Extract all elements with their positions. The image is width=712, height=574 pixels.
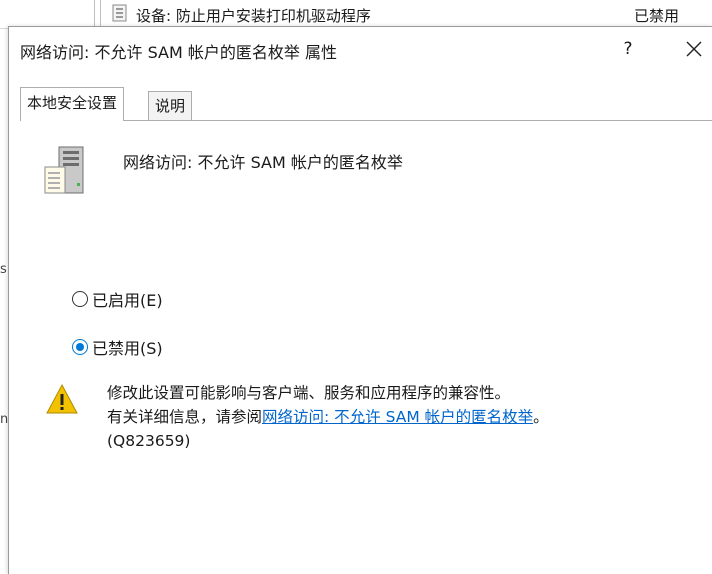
properties-dialog: 网络访问: 不允许 SAM 帐户的匿名枚举 属性 ? 本地安全设置 说明 网络访…	[8, 26, 712, 574]
option-disabled[interactable]: 已禁用(S)	[72, 335, 163, 359]
list-row-text[interactable]: 设备: 防止用户安装打印机驱动程序	[136, 5, 371, 26]
warning-kb-reference: (Q823659)	[107, 432, 191, 450]
policy-help-link[interactable]: 网络访问: 不允许 SAM 帐户的匿名枚举	[262, 408, 533, 426]
warning-line-1: 修改此设置可能影响与客户端、服务和应用程序的兼容性。	[107, 384, 511, 402]
list-row-status: 已禁用	[634, 7, 680, 25]
background-fragment: s	[0, 262, 7, 277]
radio-enabled[interactable]	[72, 291, 88, 307]
warning-line-2-prefix: 有关详细信息，请参阅	[107, 408, 263, 426]
warning-line-2: 有关详细信息，请参阅网络访问: 不允许 SAM 帐户的匿名枚举。	[107, 405, 549, 429]
policy-icon	[44, 146, 84, 194]
close-button[interactable]	[679, 35, 709, 63]
help-button[interactable]: ?	[613, 35, 643, 63]
warning-icon	[46, 383, 78, 414]
dialog-titlebar[interactable]: 网络访问: 不允许 SAM 帐户的匿名枚举 属性 ?	[9, 27, 712, 71]
option-enabled-label[interactable]: 已启用(E)	[92, 287, 163, 311]
option-enabled[interactable]: 已启用(E)	[72, 287, 163, 311]
dialog-title: 网络访问: 不允许 SAM 帐户的匿名枚举 属性	[20, 43, 337, 62]
compatibility-warning: 修改此设置可能影响与客户端、服务和应用程序的兼容性。 有关详细信息，请参阅网络访…	[107, 381, 549, 453]
warning-line-2-suffix: 。	[533, 408, 549, 426]
tab-explain[interactable]: 说明	[148, 91, 193, 120]
background-list-strip: 设备: 防止用户安装打印机驱动程序 已禁用	[0, 0, 712, 29]
option-disabled-label[interactable]: 已禁用(S)	[92, 335, 163, 359]
background-fragment: n	[0, 412, 9, 427]
radio-disabled[interactable]	[72, 339, 88, 355]
list-row-icon	[112, 4, 127, 22]
policy-name: 网络访问: 不允许 SAM 帐户的匿名枚举	[123, 153, 403, 172]
tab-local-security-setting[interactable]: 本地安全设置	[20, 87, 125, 121]
column-divider	[94, 0, 101, 28]
close-icon	[686, 41, 702, 57]
